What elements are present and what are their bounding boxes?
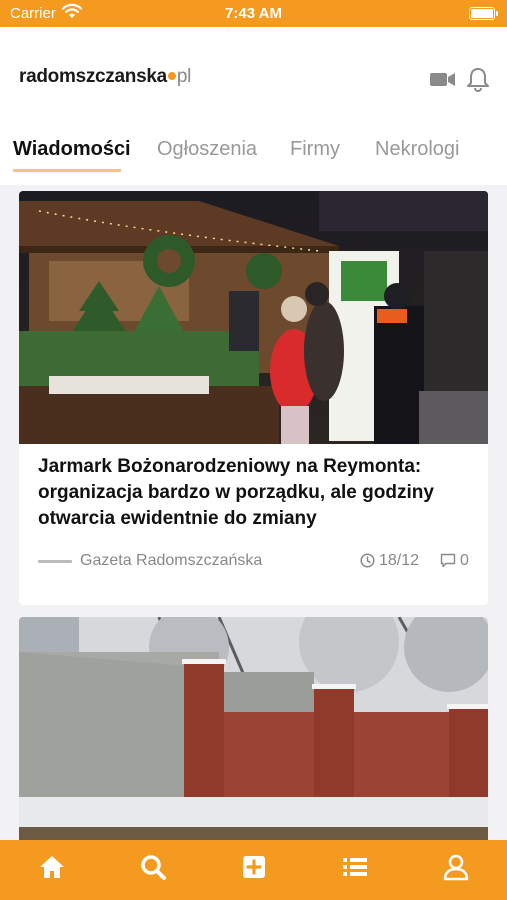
video-camera-icon[interactable] bbox=[429, 65, 457, 93]
clock: 7:43 AM bbox=[225, 5, 282, 22]
category-tabs: Wiadomości Ogłoszenia Firmy Nekrologi bbox=[0, 135, 507, 179]
article-card[interactable] bbox=[19, 617, 488, 857]
source-name: Gazeta Radomszczańska bbox=[80, 552, 263, 569]
article-image[interactable] bbox=[19, 617, 488, 857]
tab-ogloszenia[interactable]: Ogłoszenia bbox=[157, 138, 257, 161]
logo-tld-text: pl bbox=[176, 66, 192, 87]
status-bar: Carrier 7:43 AM bbox=[0, 0, 507, 27]
bell-icon[interactable] bbox=[464, 65, 492, 93]
date-text: 18/12 bbox=[379, 552, 420, 569]
article-card[interactable]: Jarmark Bożonarodzeniowy na Reymonta: or… bbox=[19, 191, 488, 605]
comment-count[interactable]: 0 bbox=[440, 552, 469, 570]
article-title[interactable]: Jarmark Bożonarodzeniowy na Reymonta: or… bbox=[38, 454, 468, 532]
logo-dot bbox=[167, 72, 176, 81]
active-tab-indicator bbox=[13, 169, 121, 172]
search-icon[interactable] bbox=[138, 852, 168, 882]
bottom-navigation bbox=[0, 840, 507, 900]
tab-firmy[interactable]: Firmy bbox=[290, 138, 340, 161]
logo-main-text: radomszczanska bbox=[19, 66, 167, 87]
plus-square-icon[interactable] bbox=[239, 852, 269, 882]
article-date: 18/12 bbox=[360, 552, 419, 570]
tab-nekrologi[interactable]: Nekrologi bbox=[375, 138, 459, 161]
comment-icon bbox=[440, 553, 456, 568]
tab-wiadomosci[interactable]: Wiadomości bbox=[13, 138, 131, 161]
site-logo[interactable]: radomszczanska pl bbox=[19, 66, 191, 88]
source-logo-icon bbox=[38, 560, 72, 563]
home-icon[interactable] bbox=[37, 852, 67, 882]
user-icon[interactable] bbox=[441, 852, 471, 882]
article-meta: Gazeta Radomszczańska 18/12 0 bbox=[38, 552, 470, 572]
list-icon[interactable] bbox=[340, 852, 370, 882]
clock-icon bbox=[360, 553, 375, 568]
article-image[interactable] bbox=[19, 191, 488, 444]
battery-icon bbox=[469, 7, 498, 20]
app-header: radomszczanska pl Wiadomości Ogłoszenia F… bbox=[0, 27, 507, 185]
comments-text: 0 bbox=[460, 552, 469, 569]
